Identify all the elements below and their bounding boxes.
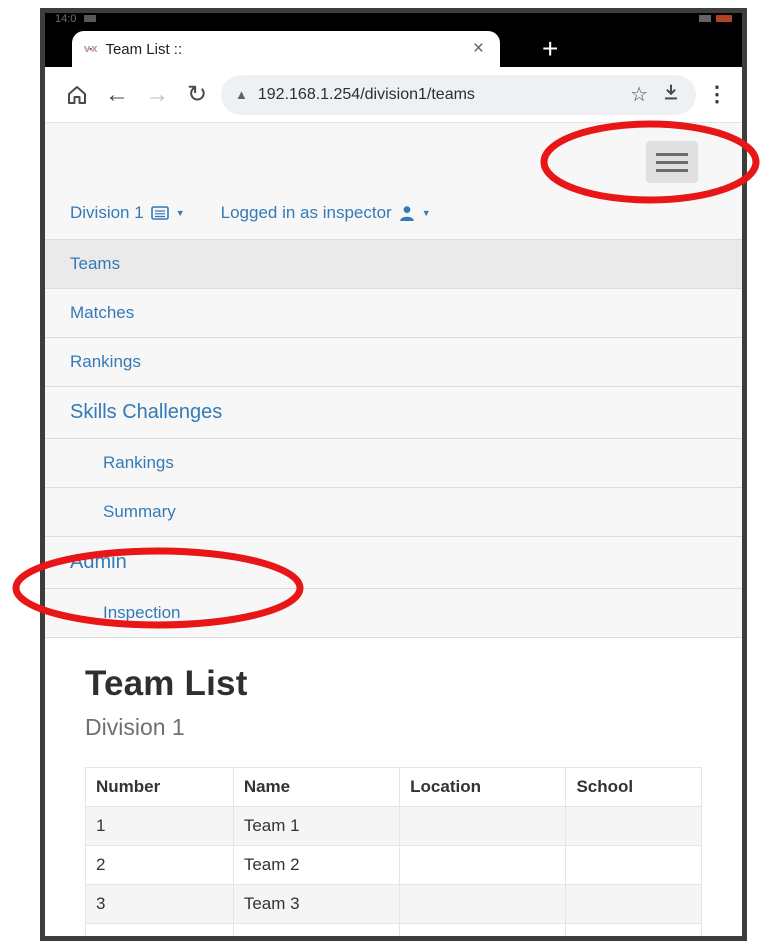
chevron-down-icon: ▼	[175, 208, 185, 218]
download-icon	[665, 84, 677, 100]
page-title: Team List	[85, 664, 248, 703]
menu-item-label[interactable]: Matches	[70, 303, 134, 322]
column-header-school: School	[565, 767, 702, 807]
browser-menu-button[interactable]: ⋮	[704, 82, 730, 107]
table-cell	[399, 884, 567, 924]
column-header-name: Name	[232, 767, 401, 807]
user-icon	[399, 205, 415, 222]
menu-item-label[interactable]: Admin	[70, 551, 127, 573]
menu-item-rankings[interactable]: Rankings	[45, 438, 742, 487]
menu-item-label[interactable]: Teams	[70, 254, 120, 273]
table-cell: Team 4	[232, 923, 401, 936]
menu-item-skills-challenges[interactable]: Skills Challenges	[45, 386, 742, 438]
table-cell	[399, 806, 567, 846]
table-row: 2 Team 2	[85, 845, 702, 885]
browser-tab-bar: v▪x Team List :: × +	[45, 27, 742, 67]
menu-item-matches[interactable]: Matches	[45, 288, 742, 337]
table-cell: Team 3	[232, 884, 401, 924]
download-button[interactable]	[660, 81, 682, 108]
division-list-icon	[150, 206, 169, 220]
table-cell: 1	[85, 806, 234, 846]
table-cell	[565, 845, 702, 885]
table-cell: Team 1	[232, 806, 401, 846]
main-section: Team List Division 1 Number Name Location S…	[45, 638, 742, 936]
battery-icon	[716, 15, 732, 22]
menu-item-rankings[interactable]: Rankings	[45, 337, 742, 386]
hamburger-icon	[656, 152, 688, 156]
chevron-down-icon: ▼	[421, 208, 431, 218]
menu-item-label[interactable]: Skills Challenges	[70, 401, 222, 423]
url-text[interactable]: 192.168.1.254/division1/teams	[258, 86, 624, 104]
page-subtitle: Division 1	[85, 714, 185, 740]
division-dropdown[interactable]: Division 1 ▼	[70, 203, 185, 223]
tab-close-icon[interactable]: ×	[469, 38, 488, 60]
table-cell: 2	[85, 845, 234, 885]
address-bar[interactable]: ▲ 192.168.1.254/division1/teams ☆	[221, 74, 696, 115]
vex-favicon-icon: v▪x	[84, 43, 97, 55]
logged-in-label: Logged in as inspector	[220, 203, 392, 222]
reload-button[interactable]: ↻	[177, 82, 217, 107]
menu-item-label[interactable]: Summary	[103, 502, 176, 521]
bookmark-star-icon[interactable]: ☆	[630, 82, 648, 107]
table-cell	[565, 884, 702, 924]
table-cell: Team 2	[232, 845, 401, 885]
home-button[interactable]	[57, 83, 97, 107]
browser-toolbar: ← → ↻ ▲ 192.168.1.254/division1/teams ☆ …	[45, 67, 742, 123]
forward-button: →	[145, 80, 169, 108]
menu-item-label[interactable]: Rankings	[70, 352, 141, 371]
table-cell	[565, 923, 702, 936]
column-header-location: Location	[399, 767, 567, 807]
status-bar: 14:0	[45, 13, 742, 27]
column-header-number: Number	[85, 767, 234, 807]
menu-item-summary[interactable]: Summary	[45, 487, 742, 536]
table-body: 1Team 12Team 23Team 34Team 45Team 5	[85, 806, 702, 936]
menu-item-inspection[interactable]: Inspection	[45, 588, 742, 637]
home-icon	[68, 85, 86, 104]
nav-menu: Teams Matches Rankings Skills Challenges Ran…	[45, 239, 742, 638]
table-cell: 4	[85, 923, 234, 936]
table-cell	[399, 845, 567, 885]
menu-item-admin[interactable]: Admin	[45, 536, 742, 588]
phone-screen-frame: 14:0 v▪x Team List :: × + ← → ↻ ▲ 192.16…	[40, 8, 747, 941]
status-time: 14:0	[55, 13, 77, 25]
division-label: Division 1	[70, 203, 144, 222]
top-nav: Division 1 ▼ Logged in as inspector ▼	[45, 183, 742, 239]
table-cell: 3	[85, 884, 234, 924]
hamburger-menu-button[interactable]	[646, 141, 698, 183]
table-cell	[399, 923, 567, 936]
table-row: 3 Team 3	[85, 884, 702, 924]
table-cell	[565, 806, 702, 846]
wifi-icon	[699, 15, 711, 22]
status-notification-icon	[84, 15, 97, 22]
user-dropdown[interactable]: Logged in as inspector ▼	[221, 203, 431, 223]
table-row: 1 Team 1	[85, 806, 702, 846]
tab-title: Team List ::	[105, 40, 183, 58]
table-header-row: Number Name Location School	[85, 767, 702, 807]
not-secure-warning-icon[interactable]: ▲	[235, 87, 248, 102]
menu-item-teams[interactable]: Teams	[45, 239, 742, 288]
table-row: 4Team 4	[85, 923, 702, 936]
browser-tab[interactable]: v▪x Team List :: ×	[72, 31, 500, 67]
menu-item-label[interactable]: Rankings	[103, 453, 174, 472]
back-button[interactable]: ←	[97, 82, 137, 107]
page-content: Division 1 ▼ Logged in as inspector ▼ Te…	[45, 123, 742, 936]
team-table: Number Name Location School 1 Team 1 2 Team 23…	[85, 767, 702, 936]
menu-item-label[interactable]: Inspection	[103, 603, 181, 622]
new-tab-button[interactable]: +	[542, 35, 558, 63]
